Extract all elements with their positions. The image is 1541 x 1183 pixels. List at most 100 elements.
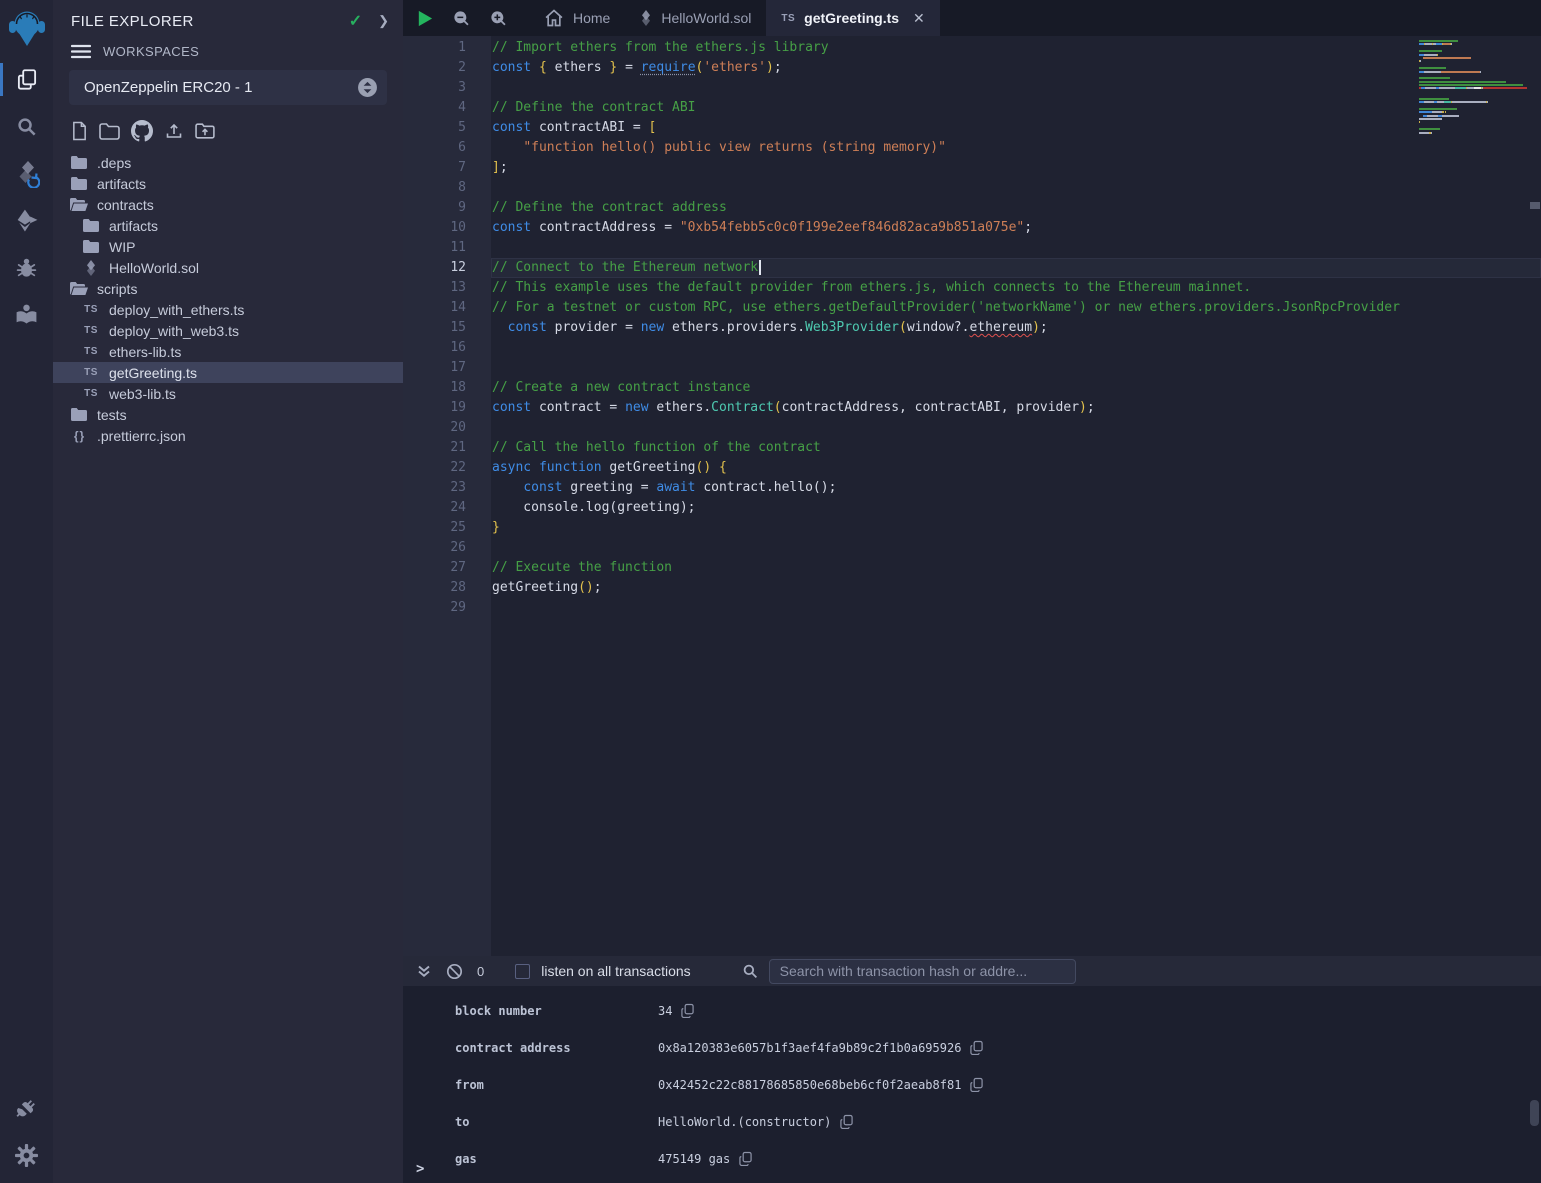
zoom-out-icon[interactable] xyxy=(443,0,480,36)
code-line-23[interactable]: const greeting = await contract.hello(); xyxy=(491,478,1541,498)
zoom-in-icon[interactable] xyxy=(480,0,517,36)
copy-icon[interactable] xyxy=(739,1151,752,1166)
tab-home[interactable]: Home xyxy=(529,0,625,36)
tx-detail-block-number: block number34 xyxy=(403,992,1541,1029)
code-line-4[interactable]: // Define the contract ABI xyxy=(491,98,1541,118)
upload-folder-icon[interactable] xyxy=(195,122,216,140)
debugger-button[interactable] xyxy=(0,244,53,291)
code-line-2[interactable]: const { ethers } = require('ethers'); xyxy=(491,58,1541,78)
tx-detail-label: gas xyxy=(455,1152,658,1166)
code-line-13[interactable]: // This example uses the default provide… xyxy=(491,278,1541,298)
code-line-9[interactable]: // Define the contract address xyxy=(491,198,1541,218)
terminal-clear-icon[interactable] xyxy=(439,963,469,980)
code-line-1[interactable]: // Import ethers from the ethers.js libr… xyxy=(491,38,1541,58)
file-item-wip[interactable]: WIP xyxy=(53,236,403,257)
file-name: contracts xyxy=(97,197,154,213)
code-line-15[interactable]: const provider = new ethers.providers.We… xyxy=(491,318,1541,338)
search-button[interactable] xyxy=(0,103,53,150)
file-item-tests[interactable]: tests xyxy=(53,404,403,425)
file-item-artifacts[interactable]: artifacts xyxy=(53,215,403,236)
code-line-21[interactable]: // Call the hello function of the contra… xyxy=(491,438,1541,458)
code-line-8[interactable] xyxy=(491,178,1541,198)
tab-label: Home xyxy=(573,10,610,26)
line-number: 4 xyxy=(403,98,466,118)
line-number: 13 xyxy=(403,278,466,298)
copy-icon[interactable] xyxy=(840,1114,853,1129)
workspace-name: OpenZeppelin ERC20 - 1 xyxy=(84,79,252,96)
code-line-18[interactable]: // Create a new contract instance xyxy=(491,378,1541,398)
line-number: 21 xyxy=(403,438,466,458)
file-item-deploy-with-ethers-ts[interactable]: TSdeploy_with_ethers.ts xyxy=(53,299,403,320)
code-line-29[interactable] xyxy=(491,598,1541,618)
code-line-17[interactable] xyxy=(491,358,1541,378)
line-number: 16 xyxy=(403,338,466,358)
tx-detail-from: from0x42452c22c88178685850e68beb6cf0f2ae… xyxy=(403,1066,1541,1103)
file-item-web3-lib-ts[interactable]: TSweb3-lib.ts xyxy=(53,383,403,404)
file-item-prettierrc-json[interactable]: { }.prettierrc.json xyxy=(53,425,403,446)
line-number: 6 xyxy=(403,138,466,158)
code-line-14[interactable]: // For a testnet or custom RPC, use ethe… xyxy=(491,298,1541,318)
terminal-prompt[interactable]: > xyxy=(416,1161,424,1177)
chevron-right-icon[interactable]: ❯ xyxy=(378,13,389,29)
create-folder-icon[interactable] xyxy=(99,123,120,140)
code-line-20[interactable] xyxy=(491,418,1541,438)
code-line-11[interactable] xyxy=(491,238,1541,258)
code-line-7[interactable]: ]; xyxy=(491,158,1541,178)
tx-detail-label: to xyxy=(455,1115,658,1129)
file-item-artifacts[interactable]: artifacts xyxy=(53,173,403,194)
listen-all-transactions-checkbox[interactable] xyxy=(515,964,530,979)
file-item-scripts[interactable]: scripts xyxy=(53,278,403,299)
tab-helloworld-sol[interactable]: HelloWorld.sol xyxy=(625,0,766,36)
code-line-3[interactable] xyxy=(491,78,1541,98)
workspaces-menu-icon[interactable] xyxy=(71,44,91,59)
code-line-25[interactable]: } xyxy=(491,518,1541,538)
file-item-ethers-lib-ts[interactable]: TSethers-lib.ts xyxy=(53,341,403,362)
code-editor[interactable]: 1234567891011121314151617181920212223242… xyxy=(403,36,1541,956)
file-item-contracts[interactable]: contracts xyxy=(53,194,403,215)
minimap[interactable] xyxy=(1419,40,1527,138)
code-line-12[interactable]: // Connect to the Ethereum network xyxy=(491,258,1541,278)
learneth-button[interactable] xyxy=(0,291,53,338)
copy-icon[interactable] xyxy=(970,1040,983,1055)
code-content[interactable]: // Import ethers from the ethers.js libr… xyxy=(491,36,1541,956)
terminal-search-input[interactable] xyxy=(769,959,1076,984)
terminal-body[interactable]: block number34contract address0x8a120383… xyxy=(403,986,1541,1183)
file-item-deploy-with-web3-ts[interactable]: TSdeploy_with_web3.ts xyxy=(53,320,403,341)
solidity-compiler-button[interactable] xyxy=(0,150,53,197)
code-line-24[interactable]: console.log(greeting); xyxy=(491,498,1541,518)
code-line-10[interactable]: const contractAddress = "0xb54febb5c0c0f… xyxy=(491,218,1541,238)
workspace-updown-icon[interactable] xyxy=(357,77,378,98)
run-script-button[interactable] xyxy=(406,0,443,36)
code-line-28[interactable]: getGreeting(); xyxy=(491,578,1541,598)
file-item-deps[interactable]: .deps xyxy=(53,152,403,173)
terminal-scrollbar[interactable] xyxy=(1530,1100,1539,1126)
close-tab-icon[interactable]: ✕ xyxy=(913,10,925,27)
upload-file-icon[interactable] xyxy=(164,121,184,141)
code-line-5[interactable]: const contractABI = [ xyxy=(491,118,1541,138)
check-icon[interactable]: ✓ xyxy=(349,11,362,31)
create-file-icon[interactable] xyxy=(71,121,88,141)
clone-github-icon[interactable] xyxy=(131,120,153,142)
workspaces-row: WORKSPACES xyxy=(53,37,403,61)
line-number: 26 xyxy=(403,538,466,558)
settings-button[interactable] xyxy=(0,1132,53,1179)
code-line-22[interactable]: async function getGreeting() { xyxy=(491,458,1541,478)
code-line-19[interactable]: const contract = new ethers.Contract(con… xyxy=(491,398,1541,418)
workspace-select[interactable]: OpenZeppelin ERC20 - 1 xyxy=(69,70,387,105)
tab-getgreeting-ts[interactable]: TSgetGreeting.ts✕ xyxy=(766,0,939,36)
terminal-collapse-icon[interactable] xyxy=(409,963,439,979)
file-explorer-button[interactable] xyxy=(0,56,53,103)
code-line-27[interactable]: // Execute the function xyxy=(491,558,1541,578)
copy-icon[interactable] xyxy=(970,1077,983,1092)
plugin-manager-button[interactable] xyxy=(0,1085,53,1132)
file-item-getgreeting-ts[interactable]: TSgetGreeting.ts xyxy=(53,362,403,383)
code-line-26[interactable] xyxy=(491,538,1541,558)
file-name: scripts xyxy=(97,281,137,297)
remix-logo-button[interactable] xyxy=(0,0,53,56)
code-line-6[interactable]: "function hello() public view returns (s… xyxy=(491,138,1541,158)
file-item-helloworld-sol[interactable]: HelloWorld.sol xyxy=(53,257,403,278)
editor-scrollbar[interactable] xyxy=(1530,202,1540,209)
copy-icon[interactable] xyxy=(681,1003,694,1018)
deploy-run-button[interactable] xyxy=(0,197,53,244)
code-line-16[interactable] xyxy=(491,338,1541,358)
